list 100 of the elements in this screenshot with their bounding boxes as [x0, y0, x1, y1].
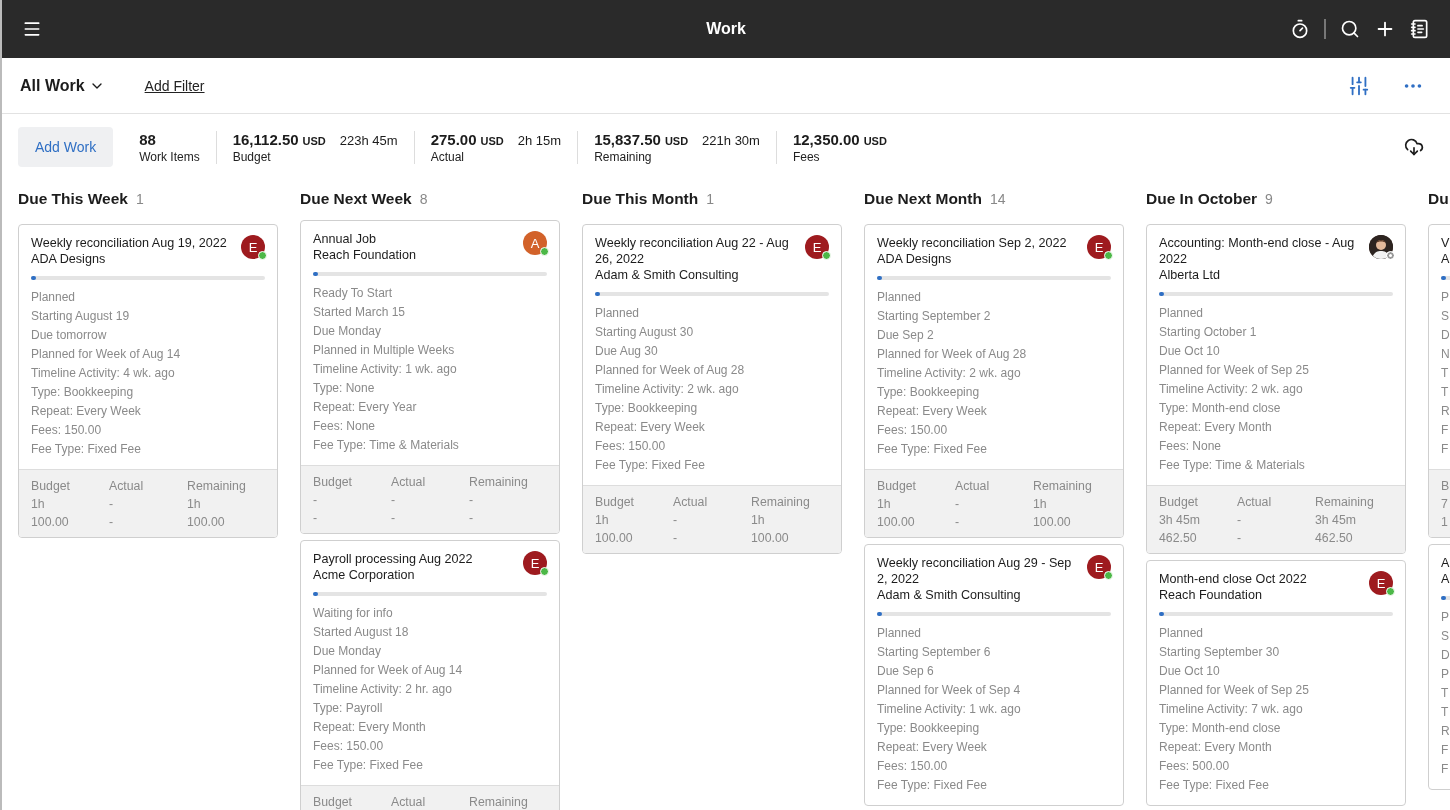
- menu-icon[interactable]: [22, 19, 42, 39]
- avatar: A: [523, 231, 547, 255]
- footer-label: Actual: [1237, 494, 1273, 511]
- card-detail: Waiting for info: [313, 605, 394, 622]
- view-dropdown[interactable]: All Work: [20, 76, 105, 95]
- column-title: Du: [1428, 190, 1449, 208]
- add-filter-link[interactable]: Add Filter: [144, 77, 205, 94]
- avatar: E: [805, 235, 829, 259]
- sliders-icon[interactable]: [1348, 74, 1370, 97]
- footer-label: Budget: [313, 794, 353, 810]
- stat-label: Remaining: [594, 149, 653, 164]
- client-name: ADA Designs: [877, 251, 953, 267]
- work-card[interactable]: [300, 220, 560, 534]
- card-detail: Planned: [877, 289, 923, 306]
- card-detail: Planned: [1159, 305, 1205, 322]
- card-detail: Type: Bookkeeping: [877, 384, 981, 401]
- search-icon[interactable]: [1340, 19, 1360, 39]
- card-detail: Fee Type: Fixed Fee: [877, 777, 988, 794]
- card-detail: Repeat: Every Week: [877, 403, 988, 420]
- card-detail: Planned for Week of Sep 25: [1159, 362, 1310, 379]
- work-card[interactable]: [1146, 224, 1406, 554]
- footer-value: 3h 45m: [1159, 512, 1202, 529]
- card-detail: Type: Bookkeeping: [877, 720, 981, 737]
- card-detail: Fees: 150.00: [877, 758, 949, 775]
- client-name: ADA Designs: [31, 251, 107, 267]
- footer-value: 462.50: [1315, 530, 1354, 547]
- avatar: E: [523, 551, 547, 575]
- card-detail: Fees: None: [313, 418, 377, 435]
- avatar: E: [1087, 555, 1111, 579]
- card-detail: Starting September 6: [877, 644, 992, 661]
- footer-value: -: [313, 492, 319, 509]
- card-detail: T: [1441, 685, 1450, 702]
- card-detail: Fees: 500.00: [1159, 758, 1231, 775]
- card-detail: Timeline Activity: 2 wk. ago: [595, 381, 740, 398]
- card-detail: Type: Month-end close: [1159, 400, 1282, 417]
- card-detail: Timeline Activity: 7 wk. ago: [1159, 701, 1304, 718]
- client-name: Alberta Ltd: [1159, 267, 1221, 283]
- card-title: A: [1441, 555, 1450, 571]
- card-title: Weekly reconciliation Aug 22 - Aug 26, 2022: [595, 235, 790, 267]
- client-name: A: [1441, 251, 1450, 267]
- work-card[interactable]: [18, 224, 278, 538]
- footer-value: -: [469, 510, 475, 527]
- card-detail: Due tomorrow: [31, 327, 108, 344]
- stat-hours: 223h 45m: [339, 131, 398, 148]
- card-detail: Repeat: Every Month: [1159, 419, 1273, 436]
- card-detail: Type: Bookkeeping: [31, 384, 135, 401]
- card-detail: F: [1441, 761, 1450, 778]
- notes-icon[interactable]: [1410, 19, 1430, 39]
- footer-label: Budget: [313, 474, 353, 491]
- footer-value: 1h: [877, 496, 892, 513]
- work-card[interactable]: [582, 224, 842, 554]
- stat-label: Work Items: [139, 149, 200, 164]
- card-detail: Due Monday: [313, 643, 383, 660]
- card-detail: P: [1441, 609, 1450, 626]
- stat-value: 16,112.50 USD: [232, 130, 326, 148]
- column-title: Due This Week: [18, 190, 128, 208]
- cloud-download-icon[interactable]: [1404, 137, 1424, 157]
- card-detail: Ready To Start: [313, 285, 394, 302]
- work-card[interactable]: [1146, 560, 1406, 806]
- footer-value: 1h: [595, 512, 610, 529]
- footer-value: -: [673, 530, 679, 547]
- client-name: Adam & Smith Consulting: [877, 587, 1022, 603]
- column-title: Due Next Week: [300, 190, 412, 208]
- card-detail: Due Sep 6: [877, 663, 935, 680]
- add-work-button[interactable]: Add Work: [18, 127, 114, 167]
- card-detail: F: [1441, 422, 1450, 439]
- footer-label: Actual: [391, 474, 427, 491]
- work-card[interactable]: V A P S D N T T R F F B 7 1: [1428, 224, 1450, 538]
- client-name: Reach Foundation: [1159, 587, 1263, 603]
- footer-label: Remaining: [469, 794, 529, 810]
- footer-label: Actual: [955, 478, 991, 495]
- footer-value: 100.00: [751, 530, 790, 547]
- footer-label: Budget: [1159, 494, 1199, 511]
- card-detail: Type: Month-end close: [1159, 720, 1282, 737]
- card-detail: R: [1441, 723, 1450, 740]
- work-card[interactable]: [864, 224, 1124, 538]
- card-detail: S: [1441, 308, 1450, 325]
- card-detail: Repeat: Every Week: [595, 419, 706, 436]
- stat-label: Fees: [792, 149, 821, 164]
- card-detail: Planned for Week of Sep 4: [877, 682, 1022, 699]
- card-detail: N: [1441, 346, 1450, 363]
- footer-label: Remaining: [751, 494, 811, 511]
- card-title: Month-end close Oct 2022: [1159, 571, 1308, 587]
- footer-value: -: [1237, 512, 1243, 529]
- card-detail: Due Oct 10: [1159, 663, 1221, 680]
- card-detail: Planned: [877, 625, 923, 642]
- card-detail: Planned for Week of Sep 25: [1159, 682, 1310, 699]
- stat-value: 12,350.00 USD: [792, 130, 887, 148]
- card-detail: Fee Type: Fixed Fee: [595, 457, 706, 474]
- card-detail: D: [1441, 647, 1450, 664]
- column-title: Due Next Month: [864, 190, 982, 208]
- footer-value: -: [673, 512, 679, 529]
- work-card[interactable]: [300, 540, 560, 810]
- footer-value: 100.00: [1033, 514, 1072, 531]
- column-title: Due This Month: [582, 190, 699, 208]
- work-card[interactable]: A A P S D P T T R F F: [1428, 544, 1450, 790]
- stopwatch-icon[interactable]: [1290, 19, 1310, 39]
- client-name: Acme Corporation: [313, 567, 416, 583]
- card-detail: Started March 15: [313, 304, 407, 321]
- work-card[interactable]: [864, 544, 1124, 806]
